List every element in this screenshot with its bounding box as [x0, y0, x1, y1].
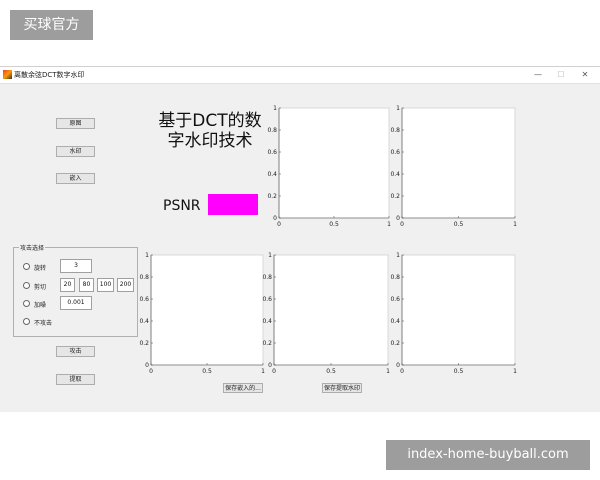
y-tick-label: 0.8	[262, 274, 272, 281]
x-tick-label: 0	[149, 368, 153, 375]
x-tick-label: 0.5	[202, 368, 212, 375]
watermark-badge-top: 买球官方	[10, 10, 93, 40]
y-tick-label: 0.4	[390, 318, 400, 325]
y-tick-label: 0.4	[262, 318, 272, 325]
axes-3: 00.20.40.60.810 0.5 1	[139, 252, 265, 375]
y-tick-label: 0.4	[267, 171, 277, 178]
y-tick-label: 0.6	[139, 296, 149, 303]
axes-plot-area	[401, 254, 516, 366]
x-tick-label: 1	[513, 368, 517, 375]
x-tick-label: 0	[272, 368, 276, 375]
y-tick-label: 0.2	[139, 340, 149, 347]
y-tick-label: 0.8	[267, 127, 277, 134]
y-tick-label: 1	[273, 105, 277, 112]
y-tick-label: 1	[396, 252, 400, 259]
axes-1: 00.20.40.60.810 0.5 1	[267, 105, 391, 228]
y-tick-label: 1	[268, 252, 272, 259]
y-tick-label: 0.8	[139, 274, 149, 281]
y-tick-label: 0.6	[390, 149, 400, 156]
x-tick-label: 0	[400, 368, 404, 375]
y-tick-label: 0.2	[267, 193, 277, 200]
x-tick-label: 0	[400, 221, 404, 228]
axes-plot-area	[150, 254, 264, 366]
x-tick-label: 1	[387, 221, 391, 228]
x-tick-label: 1	[386, 368, 390, 375]
y-tick-label: 0.2	[390, 193, 400, 200]
watermark-badge-bottom: index-home-buyball.com	[386, 440, 590, 470]
axes-plot-area	[278, 107, 390, 219]
y-tick-label: 0.6	[262, 296, 272, 303]
x-tick-label: 1	[261, 368, 265, 375]
y-tick-label: 0.2	[390, 340, 400, 347]
y-tick-label: 0.6	[390, 296, 400, 303]
axes-4: 00.20.40.60.810 0.5 1	[262, 252, 390, 375]
y-tick-label: 0.8	[390, 127, 400, 134]
y-tick-label: 0.4	[139, 318, 149, 325]
y-tick-label: 0.4	[390, 171, 400, 178]
axes-layer: 00.20.40.60.810 0.5 100.20.40.60.810 0.5 100…	[139, 105, 517, 375]
x-tick-label: 0	[277, 221, 281, 228]
x-tick-label: 0.5	[329, 221, 339, 228]
axes-2: 00.20.40.60.810 0.5 1	[390, 105, 517, 228]
x-tick-label: 0.5	[454, 221, 464, 228]
y-tick-label: 0.2	[262, 340, 272, 347]
y-tick-label: 0.6	[267, 149, 277, 156]
axes-plot-area	[273, 254, 389, 366]
x-tick-label: 0.5	[326, 368, 336, 375]
x-tick-label: 0.5	[454, 368, 464, 375]
x-tick-label: 1	[513, 221, 517, 228]
y-tick-label: 1	[145, 252, 149, 259]
axes-5: 00.20.40.60.810 0.5 1	[390, 252, 517, 375]
y-tick-label: 0.8	[390, 274, 400, 281]
y-tick-label: 1	[396, 105, 400, 112]
axes-plot-area	[401, 107, 516, 219]
matlab-gui-window: 离散余弦DCT数字水印 — ☐ ✕ 原图 水印 嵌入 基于DCT的数 字水印技术…	[0, 66, 600, 412]
